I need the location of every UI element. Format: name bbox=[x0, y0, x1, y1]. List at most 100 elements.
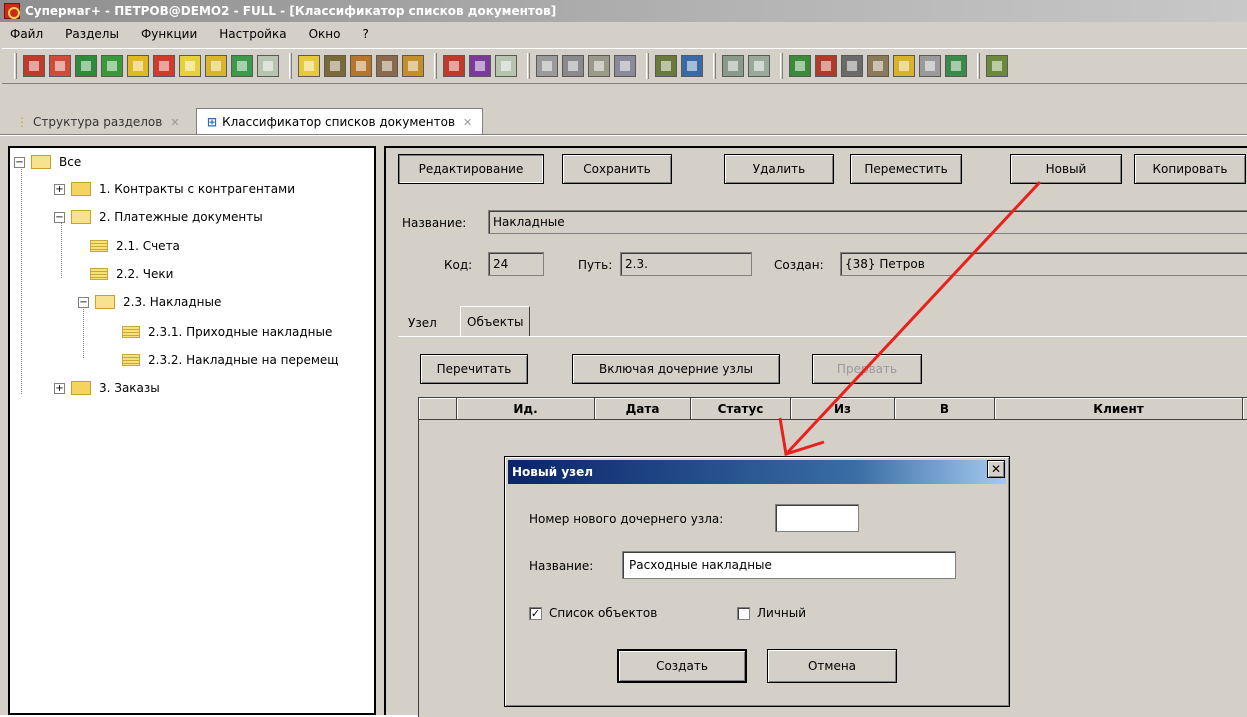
tree-item-label: 2. Платежные документы bbox=[99, 210, 263, 224]
toolbar-tool-icon[interactable] bbox=[298, 55, 320, 77]
tree-guide bbox=[83, 304, 84, 358]
copy-button[interactable]: Копировать bbox=[1134, 154, 1246, 184]
toolbar-tool-icon[interactable] bbox=[614, 55, 636, 77]
toolbar-tool-icon[interactable] bbox=[722, 55, 744, 77]
toolbar-tool-icon[interactable] bbox=[815, 55, 837, 77]
tab-node[interactable]: Узел bbox=[402, 310, 443, 336]
child-number-input[interactable] bbox=[775, 504, 859, 532]
tab-objects[interactable]: Объекты bbox=[460, 306, 531, 336]
toolbar-tool-icon[interactable] bbox=[986, 55, 1008, 77]
collapse-icon[interactable]: − bbox=[14, 156, 25, 168]
close-icon[interactable]: ✕ bbox=[987, 460, 1005, 478]
toolbar-tool-icon[interactable] bbox=[101, 55, 123, 77]
menu-bar: Файл Разделы Функции Настройка Окно ? bbox=[0, 22, 1247, 46]
expand-icon[interactable]: + bbox=[54, 382, 65, 394]
dialog-name-input[interactable]: Расходные накладные bbox=[622, 551, 956, 579]
toolbar-tool-icon[interactable] bbox=[231, 55, 253, 77]
code-field[interactable]: 24 bbox=[488, 252, 544, 276]
tree-item-contracts[interactable]: + 1. Контракты с контрагентами bbox=[54, 179, 295, 199]
table-header-select[interactable] bbox=[419, 398, 457, 420]
list-objects-checkbox[interactable]: ✓ bbox=[529, 607, 542, 620]
toolbar-separator bbox=[780, 53, 783, 79]
tree-item-incoming-waybills[interactable]: 2.3.1. Приходные накладные bbox=[122, 322, 332, 342]
tree-item-transfer-waybills[interactable]: 2.3.2. Накладные на перемещ bbox=[122, 350, 339, 370]
tree-item-waybills[interactable]: − 2.3. Накладные bbox=[78, 292, 221, 312]
toolbar-tool-icon[interactable] bbox=[945, 55, 967, 77]
tree-item-label: 2.3. Накладные bbox=[123, 295, 222, 309]
toolbar-tool-icon[interactable] bbox=[75, 55, 97, 77]
tree-item-receipts[interactable]: 2.2. Чеки bbox=[90, 264, 173, 284]
new-button[interactable]: Новый bbox=[1010, 154, 1122, 184]
toolbar-tool-icon[interactable] bbox=[153, 55, 175, 77]
menu-help[interactable]: ? bbox=[362, 27, 368, 41]
menu-window[interactable]: Окно bbox=[309, 27, 341, 41]
title-bar: Супермаг+ - ПЕТРОВ@DEMO2 - FULL - [Класс… bbox=[0, 0, 1247, 22]
toolbar-tool-icon[interactable] bbox=[324, 55, 346, 77]
tree-item-orders[interactable]: + 3. Заказы bbox=[54, 378, 160, 398]
toolbar-tool-icon[interactable] bbox=[402, 55, 424, 77]
toolbar-tool-icon[interactable] bbox=[893, 55, 915, 77]
save-button[interactable]: Сохранить bbox=[562, 154, 672, 184]
include-children-button[interactable]: Включая дочерние узлы bbox=[572, 354, 780, 384]
toolbar-tool-icon[interactable] bbox=[562, 55, 584, 77]
toolbar-tool-icon[interactable] bbox=[205, 55, 227, 77]
tab-classifier[interactable]: ⊞ Классификатор списков документов ✕ bbox=[196, 108, 484, 135]
toolbar-tool-icon[interactable] bbox=[789, 55, 811, 77]
table-header-extra[interactable] bbox=[1243, 398, 1247, 420]
toolbar-tool-icon[interactable] bbox=[655, 55, 677, 77]
reread-button[interactable]: Перечитать bbox=[420, 354, 528, 384]
created-field[interactable]: {38} Петров bbox=[840, 252, 1247, 276]
tree-item-label: 2.2. Чеки bbox=[116, 267, 174, 281]
close-icon[interactable]: ✕ bbox=[463, 116, 472, 129]
interrupt-button: Прервать bbox=[812, 354, 922, 384]
toolbar-tool-icon[interactable] bbox=[681, 55, 703, 77]
table-header-to[interactable]: В bbox=[895, 398, 995, 420]
tree-item-payments[interactable]: − 2. Платежные документы bbox=[54, 207, 263, 227]
toolbar-tool-icon[interactable] bbox=[919, 55, 941, 77]
toolbar-tool-icon[interactable] bbox=[179, 55, 201, 77]
toolbar-tool-icon[interactable] bbox=[257, 55, 279, 77]
path-field[interactable]: 2.3. bbox=[620, 252, 752, 276]
tree-item-label: 2.1. Счета bbox=[116, 239, 180, 253]
classifier-tree: − Все + 1. Контракты с контрагентами − 2… bbox=[8, 146, 376, 715]
personal-checkbox[interactable] bbox=[737, 607, 750, 620]
tab-structure[interactable]: ⋮ Структура разделов ✕ bbox=[6, 110, 190, 134]
name-field[interactable]: Накладные bbox=[488, 210, 1247, 234]
toolbar-tool-icon[interactable] bbox=[495, 55, 517, 77]
toolbar-tool-icon[interactable] bbox=[588, 55, 610, 77]
collapse-icon[interactable]: − bbox=[54, 211, 65, 223]
toolbar-tool-icon[interactable] bbox=[443, 55, 465, 77]
table-header-status[interactable]: Статус bbox=[691, 398, 791, 420]
toolbar-tool-icon[interactable] bbox=[49, 55, 71, 77]
menu-file[interactable]: Файл bbox=[10, 27, 43, 41]
cancel-button[interactable]: Отмена bbox=[767, 649, 897, 683]
collapse-icon[interactable]: − bbox=[78, 296, 89, 308]
tree-item-label: 3. Заказы bbox=[99, 381, 160, 395]
toolbar-tool-icon[interactable] bbox=[748, 55, 770, 77]
menu-settings[interactable]: Настройка bbox=[219, 27, 286, 41]
table-header-from[interactable]: Из bbox=[791, 398, 895, 420]
table-header-date[interactable]: Дата bbox=[595, 398, 691, 420]
toolbar-tool-icon[interactable] bbox=[536, 55, 558, 77]
toolbar-tool-icon[interactable] bbox=[23, 55, 45, 77]
created-label: Создан: bbox=[774, 258, 824, 272]
table-header-client[interactable]: Клиент bbox=[995, 398, 1243, 420]
toolbar-tool-icon[interactable] bbox=[469, 55, 491, 77]
toolbar-tool-icon[interactable] bbox=[350, 55, 372, 77]
toolbar-tool-icon[interactable] bbox=[376, 55, 398, 77]
toolbar-tool-icon[interactable] bbox=[867, 55, 889, 77]
expand-icon[interactable]: + bbox=[54, 183, 65, 195]
toolbar-tool-icon[interactable] bbox=[841, 55, 863, 77]
tab-structure-label: Структура разделов bbox=[33, 115, 163, 129]
tree-item-invoices[interactable]: 2.1. Счета bbox=[90, 236, 180, 256]
menu-sections[interactable]: Разделы bbox=[65, 27, 119, 41]
tree-item-all[interactable]: − Все bbox=[14, 152, 81, 172]
close-icon[interactable]: ✕ bbox=[170, 116, 179, 129]
edit-button[interactable]: Редактирование bbox=[398, 154, 544, 184]
table-header-id[interactable]: Ид. bbox=[457, 398, 595, 420]
create-button[interactable]: Создать bbox=[617, 649, 747, 683]
toolbar-tool-icon[interactable] bbox=[127, 55, 149, 77]
menu-functions[interactable]: Функции bbox=[141, 27, 197, 41]
move-button[interactable]: Переместить bbox=[850, 154, 962, 184]
delete-button[interactable]: Удалить bbox=[724, 154, 834, 184]
